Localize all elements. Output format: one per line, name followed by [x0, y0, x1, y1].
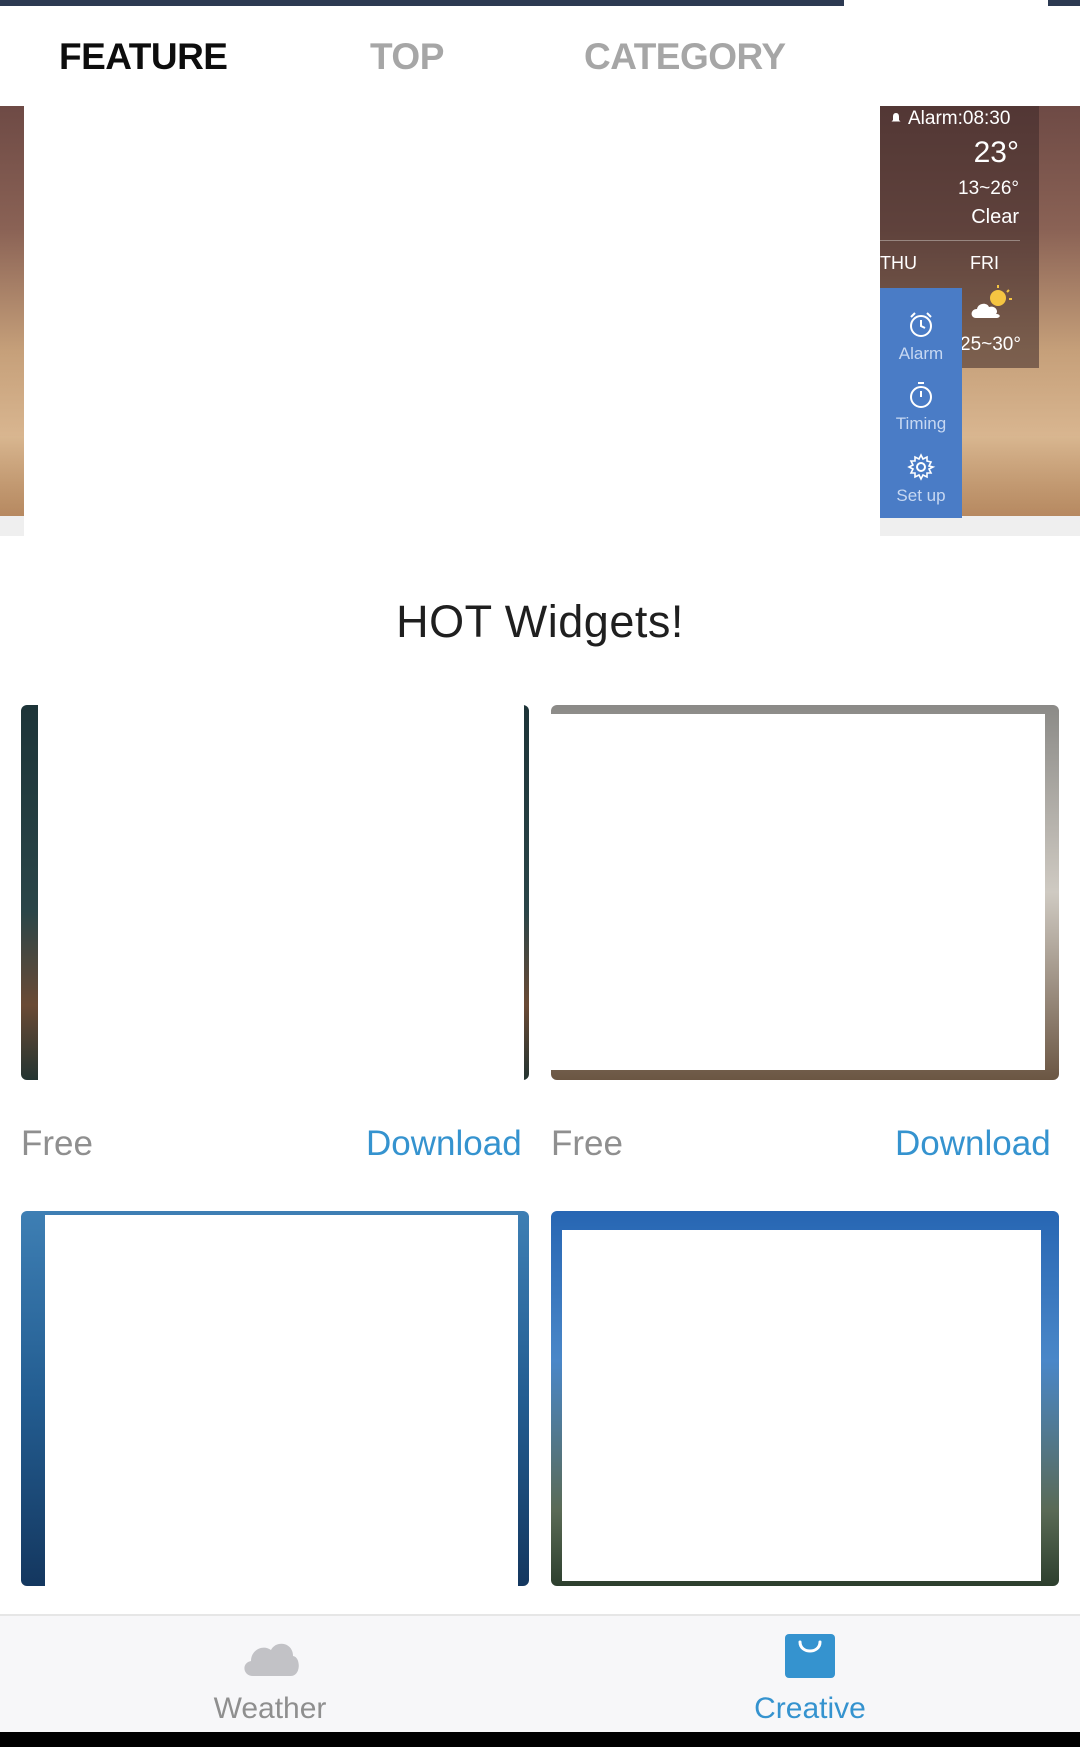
side-menu-alarm: Alarm — [880, 310, 962, 364]
forecast-day-fri: FRI — [970, 253, 999, 273]
widget-card-3[interactable] — [21, 1211, 529, 1586]
nav-weather-label: Weather — [213, 1692, 327, 1725]
hot-widgets-title: HOT Widgets! — [396, 596, 684, 647]
widget-divider — [880, 240, 1020, 241]
widget-card-1[interactable] — [21, 705, 529, 1080]
nav-creative-label: Creative — [754, 1692, 866, 1725]
widget-card-4-image — [562, 1230, 1041, 1581]
widget-card-1-image — [38, 705, 524, 1080]
widget-1-price: Free — [21, 1124, 93, 1163]
widget-2-price: Free — [551, 1124, 623, 1163]
forecast-day-thu: THU — [880, 253, 917, 273]
cloud-icon — [244, 1643, 299, 1676]
bottom-navigation: Weather Creative — [0, 1614, 1080, 1734]
banner-image-placeholder — [24, 106, 880, 536]
tab-category[interactable]: CATEGORY — [584, 36, 786, 78]
feature-banner[interactable]: Alarm:08:30 23° 13~26° Clear THU FRI 25~… — [0, 106, 1080, 536]
alarm-icon — [910, 312, 932, 337]
side-menu-timing: Timing — [880, 380, 962, 434]
widget-card-3-image — [45, 1215, 518, 1586]
widget-card-2[interactable] — [551, 705, 1059, 1080]
tab-feature[interactable]: FEATURE — [59, 36, 228, 78]
widget-side-menu: Alarm Timing Set up — [880, 288, 962, 518]
widget-1-download-button[interactable]: Download — [366, 1124, 522, 1164]
side-menu-setup: Set up — [880, 452, 962, 506]
weather-condition: Clear — [971, 206, 1019, 228]
current-temperature: 23° — [973, 136, 1019, 169]
shopping-bag-icon — [785, 1634, 835, 1678]
tab-bar: FEATURE TOP CATEGORY — [0, 6, 1080, 106]
partly-sunny-icon — [971, 285, 1012, 318]
nav-creative[interactable]: Creative — [710, 1630, 910, 1726]
bell-icon — [891, 113, 901, 122]
temperature-range: 13~26° — [958, 178, 1019, 199]
alarm-time: Alarm:08:30 — [890, 108, 1010, 130]
widget-card-4[interactable] — [551, 1211, 1059, 1586]
gear-icon — [907, 453, 936, 481]
system-bar — [0, 1732, 1080, 1747]
tab-top[interactable]: TOP — [370, 36, 444, 78]
widget-card-2-image — [551, 714, 1045, 1070]
friday-temperature-range: 25~30° — [960, 334, 1021, 355]
timer-icon — [910, 382, 932, 408]
widget-2-download-button[interactable]: Download — [895, 1124, 1051, 1164]
nav-weather[interactable]: Weather — [170, 1630, 370, 1726]
